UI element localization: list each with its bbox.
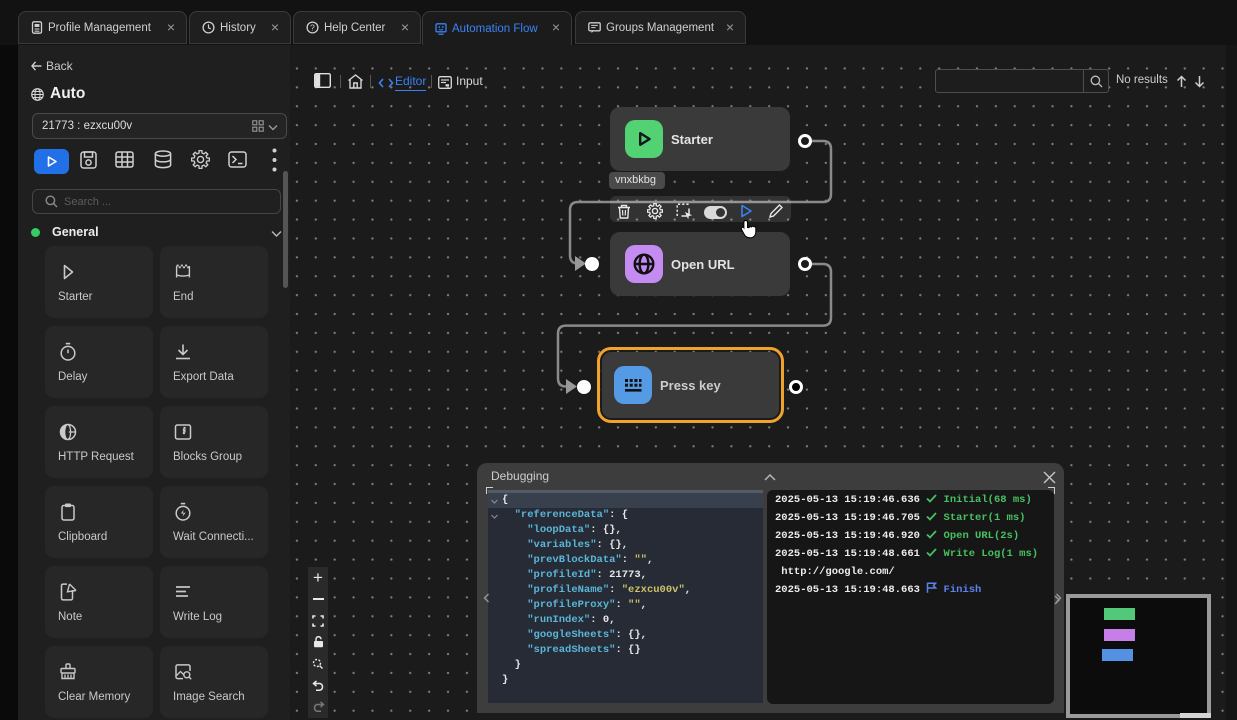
svg-text:?: ?	[310, 22, 315, 32]
